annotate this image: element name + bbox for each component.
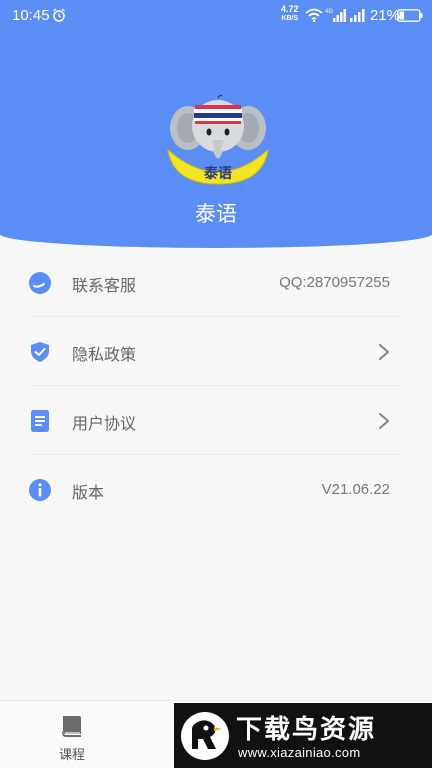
info-icon (29, 479, 51, 501)
net-speed-value: 4.72 (281, 4, 299, 14)
chevron-right-icon (379, 344, 390, 360)
status-bar: 10:45 4.72 KB/S 4G 21% (0, 0, 432, 32)
status-time: 10:45 (12, 7, 50, 24)
menu-item-version[interactable]: 版本 V21.06.22 (28, 455, 404, 524)
app-name: 泰语 (195, 202, 237, 226)
watermark-title: 下载鸟资源 (236, 715, 377, 745)
alarm-icon (53, 8, 65, 22)
net-speed-unit: KB/S (281, 15, 299, 22)
menu-item-label: 隐私政策 (72, 345, 137, 364)
shield-icon (31, 342, 49, 362)
book-icon (62, 716, 81, 737)
logo-text: 泰语 (203, 165, 232, 182)
battery-percent: 21% (370, 7, 401, 24)
signal-4g-icon: 4G (325, 9, 346, 22)
menu-item-privacy-policy[interactable]: 隐私政策 (28, 317, 404, 386)
wifi-icon (305, 8, 323, 22)
version-number: V21.06.22 (321, 481, 390, 498)
customer-service-icon (29, 272, 51, 294)
tab-course[interactable]: 课程 (42, 709, 102, 763)
chevron-right-icon (379, 413, 390, 429)
tab-label: 课程 (58, 748, 85, 763)
profile-header: 10:45 4.72 KB/S 4G 21% 泰语 泰语 (0, 0, 432, 248)
watermark-url: www.xiazainiao.com (238, 745, 361, 760)
menu-item-customer-service[interactable]: 联系客服 QQ:2870957255 (28, 248, 404, 317)
watermark-logo (181, 712, 229, 760)
signal-icon (350, 9, 365, 22)
menu-item-user-agreement[interactable]: 用户协议 (28, 386, 404, 455)
battery-icon (397, 9, 423, 22)
document-icon (31, 410, 49, 432)
net-speed: 4.72 KB/S (281, 5, 299, 23)
network-type-label: 4G (325, 9, 333, 15)
settings-list: 联系客服 QQ:2870957255 隐私政策 用户协议 版本 V21.06.2… (0, 248, 432, 524)
menu-item-label: 版本 (72, 483, 105, 502)
app-logo: 泰语 (167, 94, 269, 185)
menu-item-label: 用户协议 (72, 414, 137, 433)
menu-item-label: 联系客服 (72, 276, 137, 295)
watermark: 下载鸟资源 www.xiazainiao.com (174, 703, 432, 768)
customer-service-qq: QQ:2870957255 (279, 274, 390, 291)
